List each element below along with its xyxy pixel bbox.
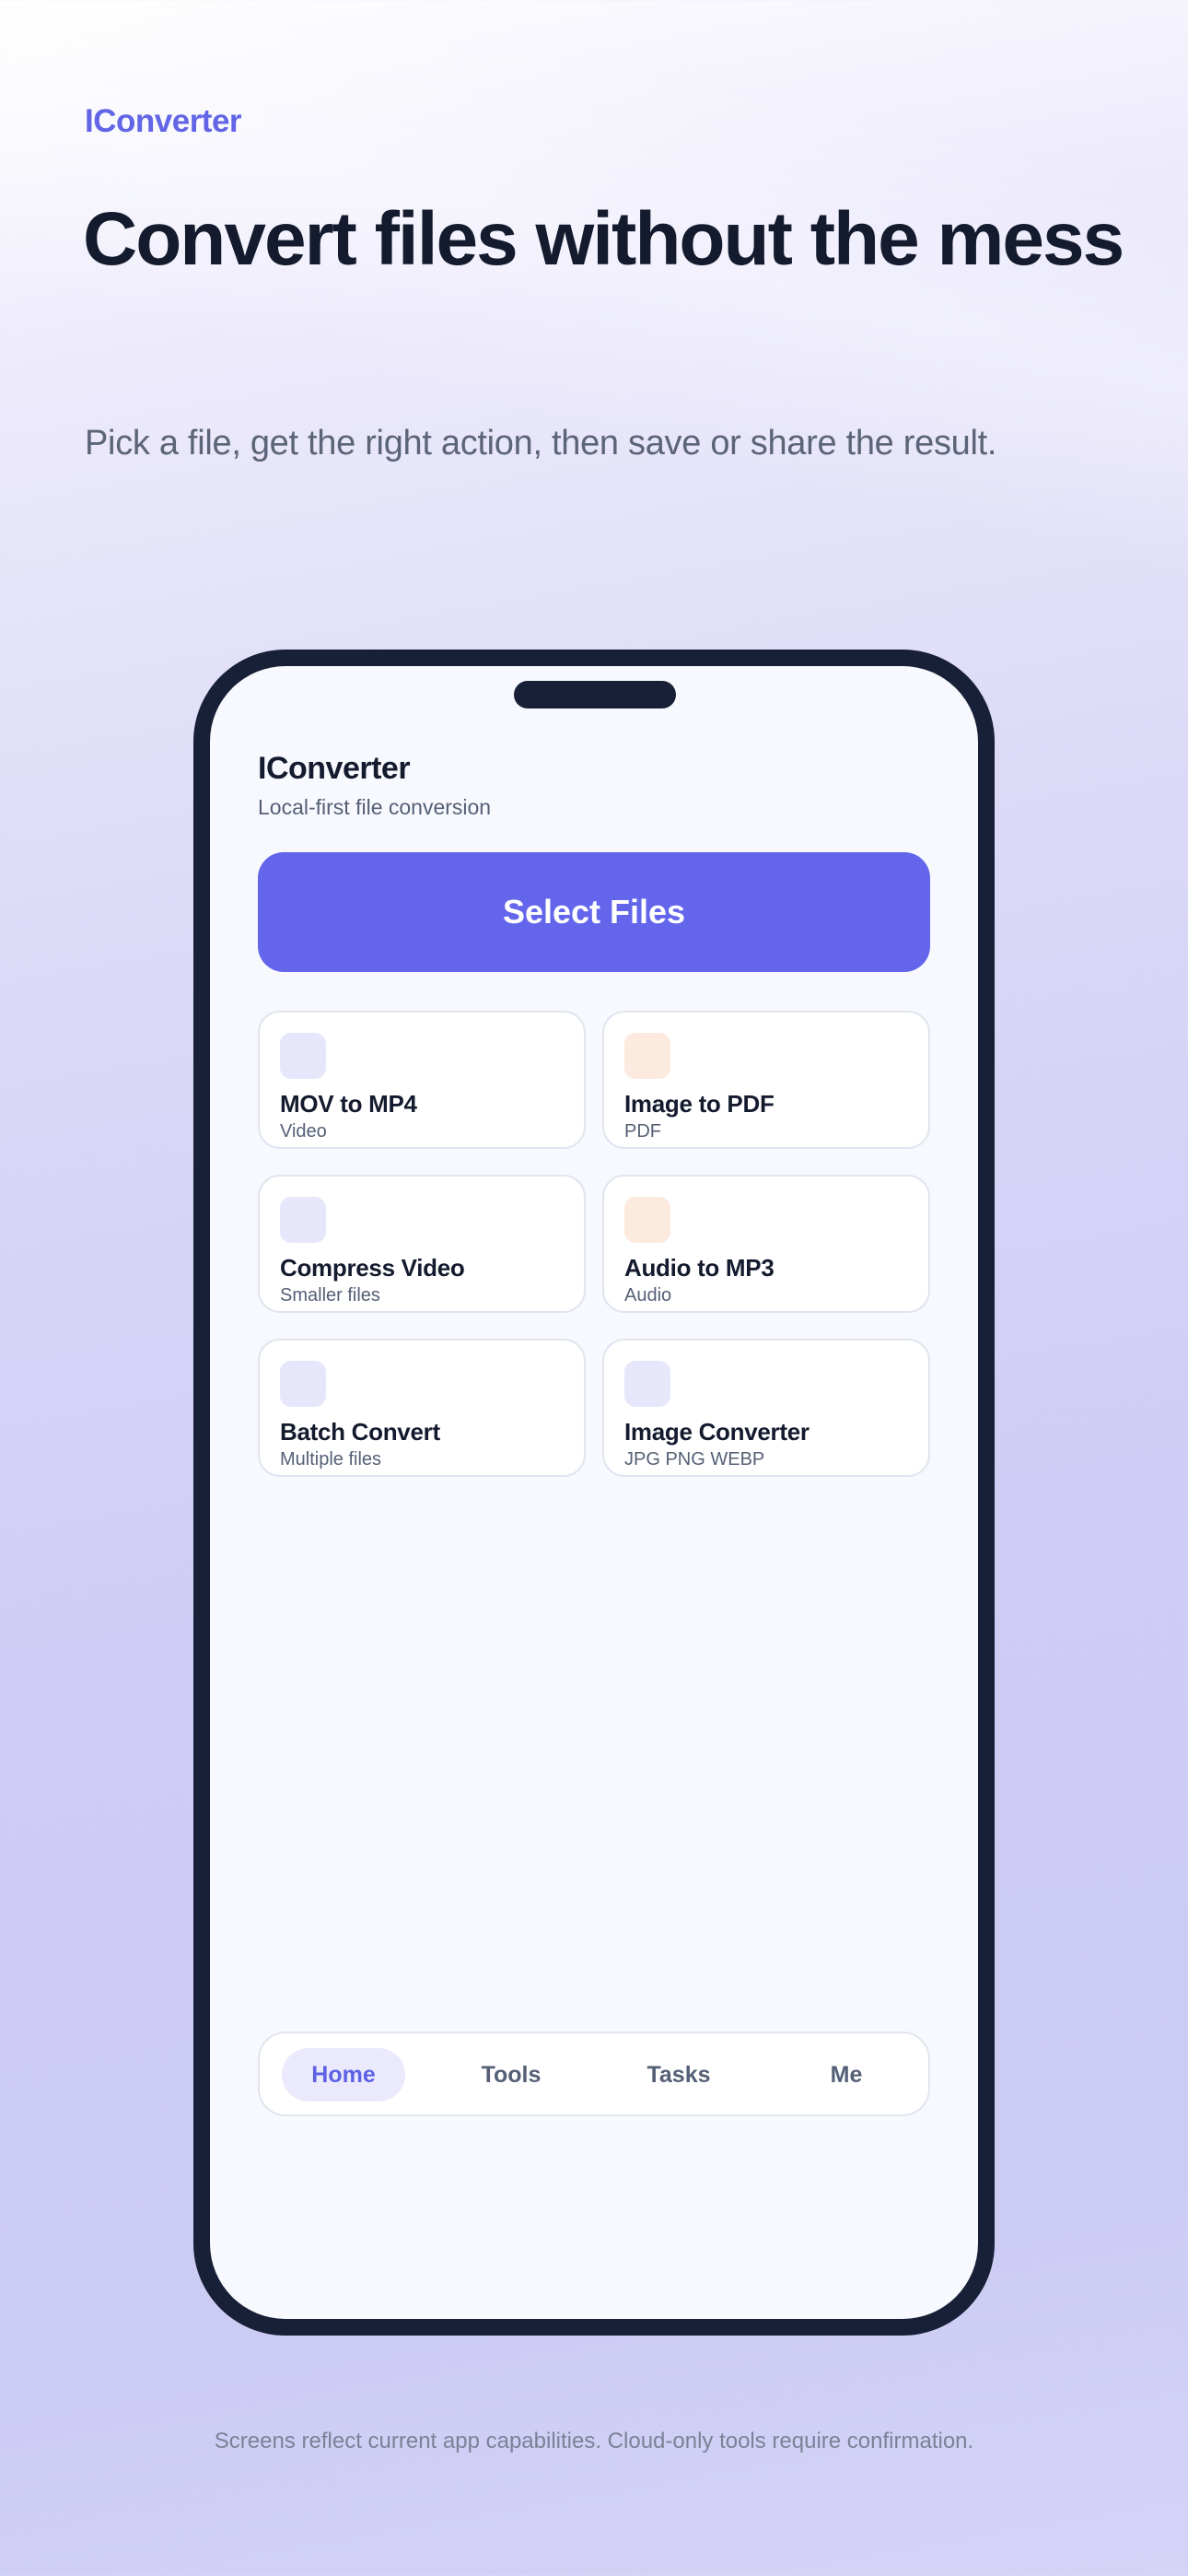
tool-card-image-converter[interactable]: Image Converter JPG PNG WEBP	[602, 1339, 930, 1477]
phone-frame: IConverter Local-first file conversion S…	[193, 650, 995, 2336]
audio-icon	[624, 1197, 670, 1243]
dynamic-island	[514, 681, 676, 708]
page-subheadline: Pick a file, get the right action, then …	[85, 424, 997, 463]
footer-note: Screens reflect current app capabilities…	[214, 2429, 974, 2453]
background-sheen	[0, 0, 1188, 638]
image-icon	[624, 1361, 670, 1407]
tool-card-subtitle: Multiple files	[280, 1449, 382, 1469]
tab-tools[interactable]: Tools	[449, 2048, 573, 2102]
app-subtitle: Local-first file conversion	[258, 795, 492, 819]
tab-me[interactable]: Me	[785, 2048, 908, 2102]
tool-card-title: Image Converter	[624, 1418, 809, 1446]
tool-card-title: Compress Video	[280, 1254, 465, 1282]
tool-card-title: MOV to MP4	[280, 1090, 417, 1118]
tool-card-batch-convert[interactable]: Batch Convert Multiple files	[258, 1339, 586, 1477]
brand-logo-text: IConverter	[85, 103, 242, 139]
tool-card-title: Batch Convert	[280, 1418, 440, 1446]
bottom-tab-bar: Home Tools Tasks Me	[258, 2032, 930, 2116]
phone-screen: IConverter Local-first file conversion S…	[210, 666, 978, 2319]
tool-card-subtitle: JPG PNG WEBP	[624, 1449, 765, 1469]
batch-icon	[280, 1361, 326, 1407]
pdf-icon	[624, 1033, 670, 1079]
app-title: IConverter	[258, 751, 411, 786]
tab-home[interactable]: Home	[282, 2048, 405, 2102]
video-icon	[280, 1033, 326, 1079]
tab-tasks[interactable]: Tasks	[617, 2048, 740, 2102]
tool-card-subtitle: PDF	[624, 1121, 661, 1142]
page-headline: Convert files without the mess	[83, 197, 1124, 281]
tool-card-compress-video[interactable]: Compress Video Smaller files	[258, 1175, 586, 1313]
tool-card-mov-to-mp4[interactable]: MOV to MP4 Video	[258, 1011, 586, 1149]
tool-grid: MOV to MP4 Video Image to PDF PDF Compre…	[258, 1011, 930, 1477]
tool-card-title: Image to PDF	[624, 1090, 775, 1118]
select-files-button[interactable]: Select Files	[258, 852, 930, 972]
tool-card-title: Audio to MP3	[624, 1254, 775, 1282]
tool-card-audio-to-mp3[interactable]: Audio to MP3 Audio	[602, 1175, 930, 1313]
tool-card-subtitle: Audio	[624, 1285, 672, 1306]
compress-icon	[280, 1197, 326, 1243]
tool-card-subtitle: Video	[280, 1121, 327, 1142]
tool-card-image-to-pdf[interactable]: Image to PDF PDF	[602, 1011, 930, 1149]
tool-card-subtitle: Smaller files	[280, 1285, 380, 1306]
